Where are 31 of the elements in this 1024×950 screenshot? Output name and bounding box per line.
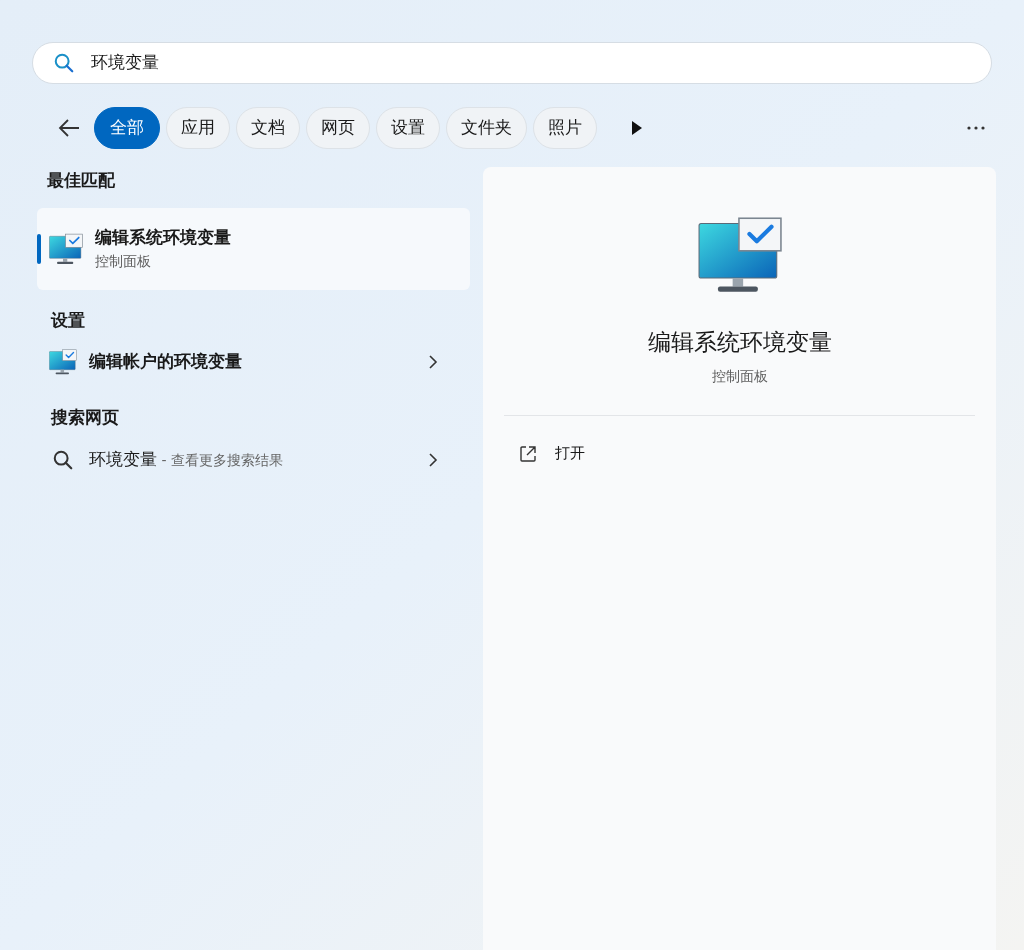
external-link-icon — [519, 444, 537, 463]
result-item[interactable]: 编辑帐户的环境变量 — [37, 337, 470, 387]
result-item[interactable]: 编辑系统环境变量 控制面板 — [37, 207, 470, 290]
filter-tab[interactable]: 文档 — [236, 107, 300, 149]
monitor-icon — [49, 348, 77, 376]
search-icon — [53, 52, 75, 74]
search-icon — [52, 448, 74, 471]
detail-subtitle: 控制面板 — [711, 366, 768, 386]
search-input[interactable]: 环境变量 — [91, 50, 971, 76]
selection-indicator — [37, 233, 41, 264]
result-title: 编辑帐户的环境变量 — [89, 350, 243, 374]
section-heading: 搜索网页 — [49, 406, 120, 429]
ellipsis-icon — [967, 126, 985, 130]
detail-title: 编辑系统环境变量 — [647, 328, 832, 357]
filter-tab[interactable]: 网页 — [306, 107, 370, 149]
search-field[interactable]: 环境变量 — [32, 42, 992, 84]
result-item[interactable]: 环境变量 - 查看更多搜索结果 — [37, 434, 470, 485]
filter-tab[interactable]: 设置 — [376, 107, 440, 149]
filter-tab[interactable]: 文件夹 — [446, 107, 527, 149]
filter-tab[interactable]: 全部 — [94, 107, 160, 149]
filter-tab[interactable]: 照片 — [533, 107, 597, 149]
result-subtitle: 控制面板 — [95, 251, 152, 271]
result-title: 环境变量 - 查看更多搜索结果 — [89, 447, 284, 471]
open-action[interactable]: 打开 — [504, 433, 975, 474]
monitor-icon — [49, 231, 83, 266]
back-arrow-icon — [57, 118, 81, 138]
result-title: 编辑系统环境变量 — [95, 226, 232, 250]
section-heading: 设置 — [49, 308, 86, 332]
filter-tab[interactable]: 应用 — [166, 107, 230, 149]
play-icon — [631, 120, 643, 136]
section-heading: 最佳匹配 — [46, 169, 116, 192]
